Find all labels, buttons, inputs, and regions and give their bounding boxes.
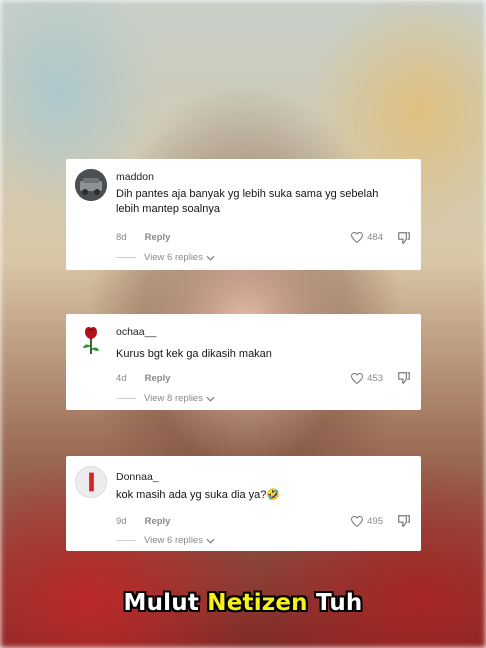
dislike-icon[interactable] <box>397 371 411 385</box>
comment-card: Donnaa_ kok masih ada yg suka dia ya?🤣 9… <box>66 456 421 551</box>
reply-button[interactable]: Reply <box>145 373 171 384</box>
comment-username[interactable]: maddon <box>116 171 154 183</box>
comment-meta: 8d Reply <box>116 232 170 243</box>
caption-highlight: Netizen <box>207 590 308 616</box>
heart-icon <box>351 373 364 384</box>
divider-line <box>116 540 136 541</box>
comment-card: ochaa__ Kurus bgt kek ga dikasih makan 4… <box>66 314 421 410</box>
user-avatar[interactable] <box>75 466 107 498</box>
caption-part2: Tuh <box>307 590 363 616</box>
like-button[interactable]: 453 <box>351 373 383 384</box>
divider-line <box>116 257 136 258</box>
caption-part1: Mulut <box>123 590 208 616</box>
like-count: 453 <box>367 373 383 384</box>
comment-text: Kurus bgt kek ga dikasih makan <box>116 348 272 360</box>
comment-meta: 9d Reply <box>116 516 170 527</box>
heart-icon <box>351 516 364 527</box>
chevron-down-icon <box>206 538 215 544</box>
rose-icon <box>83 327 99 354</box>
video-caption: Mulut Netizen Tuh <box>0 590 486 616</box>
reply-button[interactable]: Reply <box>145 232 171 243</box>
comment-card: maddon Dih pantes aja banyak yg lebih su… <box>66 159 421 270</box>
user-avatar[interactable] <box>75 169 107 201</box>
view-replies-label: View 6 replies <box>144 535 203 546</box>
like-button[interactable]: 495 <box>351 516 383 527</box>
like-button[interactable]: 484 <box>351 232 383 243</box>
red-bar-icon <box>89 472 94 492</box>
like-count: 495 <box>367 516 383 527</box>
view-replies-label: View 6 replies <box>144 252 203 263</box>
comment-username[interactable]: ochaa__ <box>116 326 156 338</box>
comment-time: 8d <box>116 232 127 243</box>
dislike-icon[interactable] <box>397 514 411 528</box>
comment-username[interactable]: Donnaa_ <box>116 471 159 483</box>
photo-avatar-icon <box>75 169 107 201</box>
comment-time: 9d <box>116 516 127 527</box>
view-replies-link[interactable]: View 6 replies <box>116 252 215 263</box>
comment-text: kok masih ada yg suka dia ya?🤣 <box>116 489 281 501</box>
comment-time: 4d <box>116 373 127 384</box>
view-replies-link[interactable]: View 8 replies <box>116 393 215 404</box>
heart-icon <box>351 232 364 243</box>
chevron-down-icon <box>206 255 215 261</box>
dislike-icon[interactable] <box>397 231 411 245</box>
user-avatar[interactable] <box>75 324 107 356</box>
divider-line <box>116 398 136 399</box>
like-count: 484 <box>367 232 383 243</box>
reply-button[interactable]: Reply <box>145 516 171 527</box>
view-replies-link[interactable]: View 6 replies <box>116 535 215 546</box>
view-replies-label: View 8 replies <box>144 393 203 404</box>
chevron-down-icon <box>206 396 215 402</box>
comment-text: Dih pantes aja banyak yg lebih suka sama… <box>116 188 379 215</box>
comment-meta: 4d Reply <box>116 373 170 384</box>
